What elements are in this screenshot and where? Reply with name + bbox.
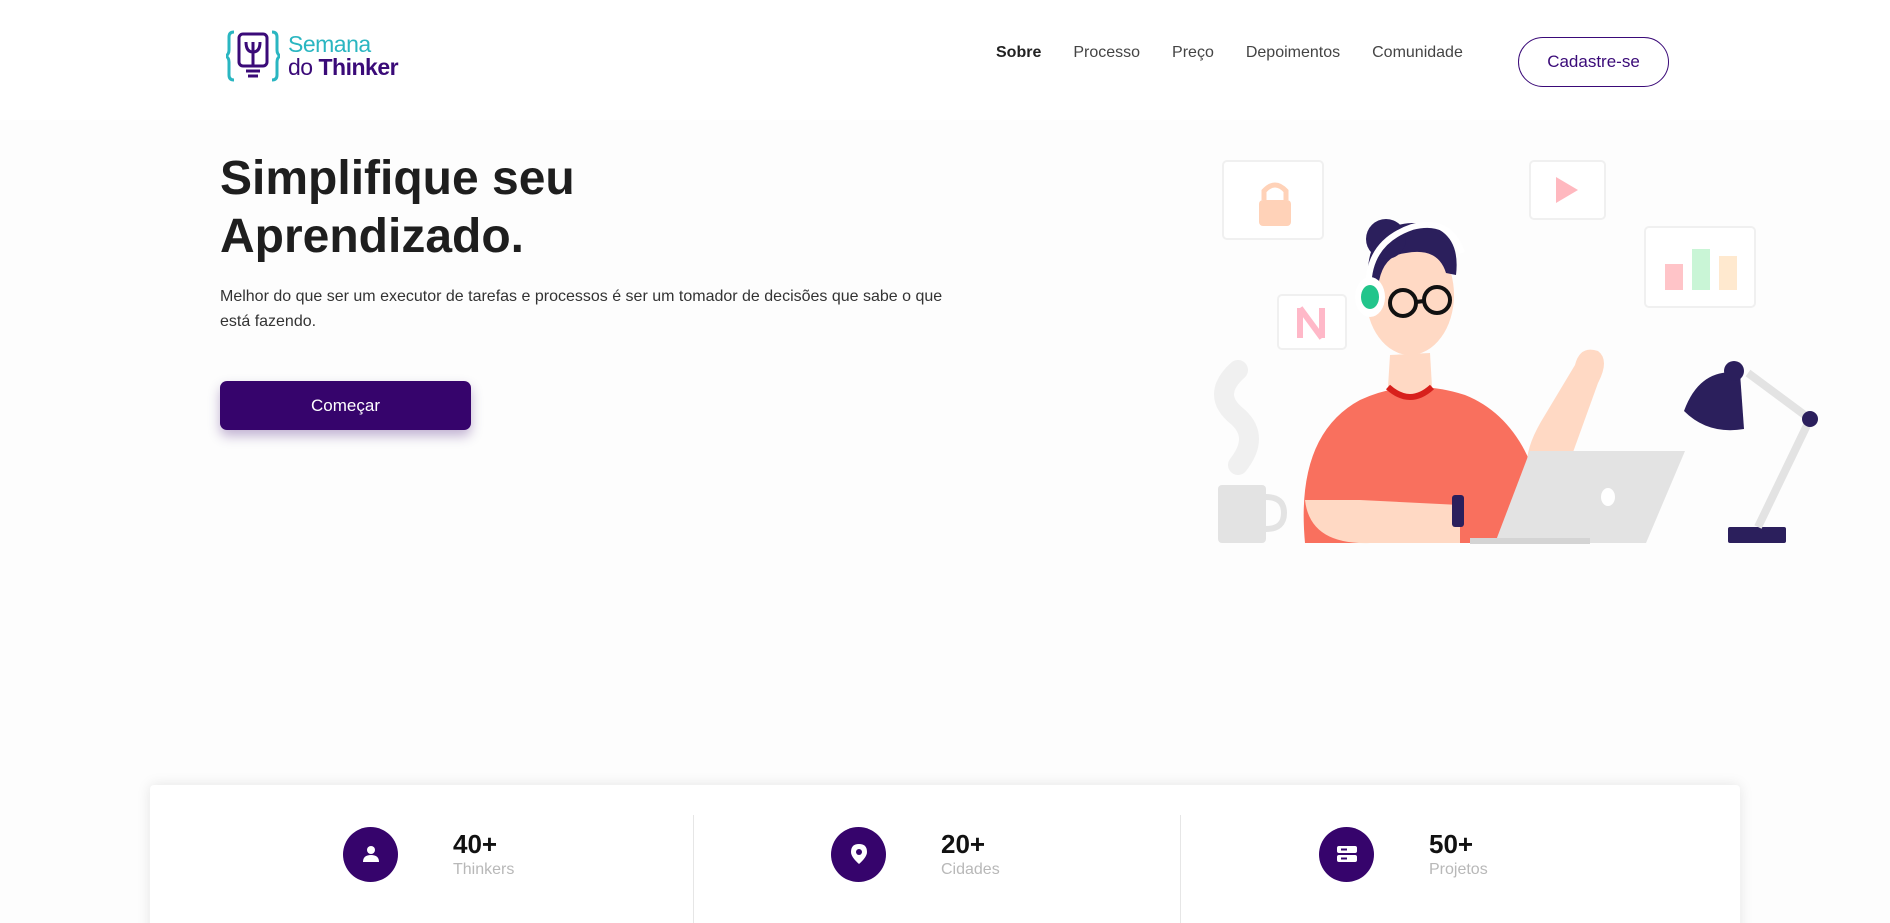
netflix-icon [1277,294,1347,350]
stat-value: 50+ [1429,829,1474,859]
brand-line2-bold: Thinker [318,54,399,80]
stat-text: 40+ Thinkers [453,828,514,880]
stat-text: 50+ Projetos [1429,828,1488,880]
stat-projetos: 50+ Projetos [1319,785,1488,923]
play-icon [1529,160,1606,220]
stat-value: 40+ [453,829,498,859]
lightbulb-brackets-icon [226,30,280,82]
brand-line1: Semana [288,31,371,57]
nav-item-preco[interactable]: Preço [1172,44,1214,62]
stats-divider [1180,815,1181,923]
stat-cidades: 20+ Cidades [831,785,1000,923]
hero-subtitle: Melhor do que ser um executor de tarefas… [220,288,943,330]
signup-button[interactable]: Cadastre-se [1518,37,1669,87]
nav-item-processo[interactable]: Processo [1073,44,1140,62]
lock-icon [1222,160,1324,240]
stat-text: 20+ Cidades [941,828,1000,880]
nav-item-sobre[interactable]: Sobre [996,44,1041,62]
brand-line2-prefix: do [288,54,319,80]
start-button[interactable]: Começar [220,381,471,430]
bar-chart-icon [1644,226,1756,308]
nav-item-depoimentos[interactable]: Depoimentos [1246,44,1340,62]
hero-title-line1: Simplifique seu [220,152,575,205]
brand-wordmark: Semana do Thinker [288,31,399,80]
coffee-mug [1214,360,1288,543]
brand-line2: do Thinker [288,54,399,80]
main-nav: Sobre Processo Preço Depoimentos Comunid… [996,44,1463,62]
user-icon [343,826,398,882]
stats-card: 40+ Thinkers 20+ Cidades 50+ Projetos [150,785,1740,923]
stat-thinkers: 40+ Thinkers [343,785,514,923]
server-icon [1319,826,1374,882]
hero-title: Simplifique seu Aprendizado. [220,150,575,266]
stat-label: Projetos [1429,861,1488,878]
nav-item-comunidade[interactable]: Comunidade [1372,44,1463,62]
stat-value: 20+ [941,829,986,859]
site-header: Semana do Thinker Sobre Processo Preço D… [0,0,1890,120]
stat-label: Cidades [941,861,1000,878]
stat-label: Thinkers [453,861,515,878]
hero-title-line2: Aprendizado. [220,210,525,263]
desk-lamp [1684,361,1818,543]
location-pin-icon [831,826,886,882]
brand-logo[interactable]: Semana do Thinker [226,28,399,84]
hero-illustration [1214,160,1818,544]
stats-divider [693,815,694,923]
